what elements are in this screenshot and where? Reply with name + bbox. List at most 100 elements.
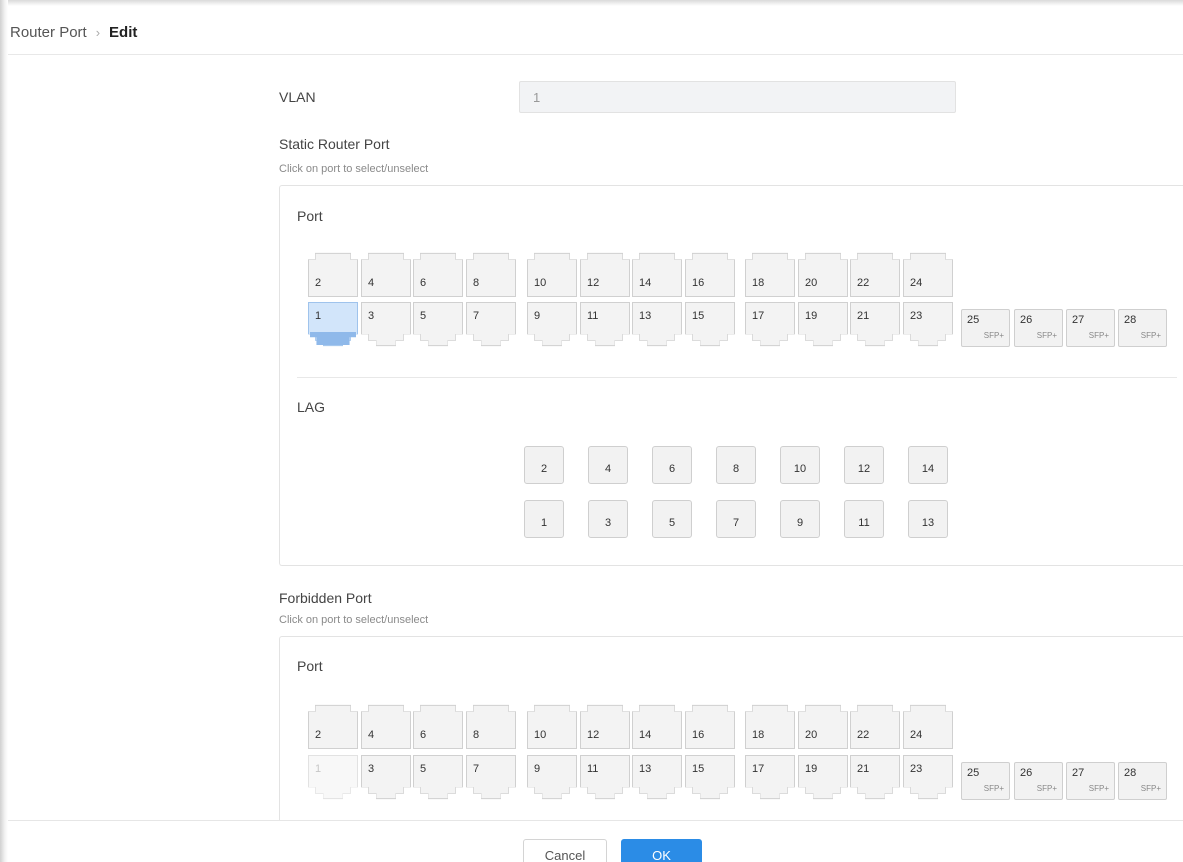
lag-number: 3 (604, 517, 612, 529)
port-number: 11 (587, 310, 599, 322)
port-body (851, 253, 899, 296)
forbidden-port-9[interactable]: 9 (527, 755, 577, 800)
ok-button[interactable]: OK (621, 839, 702, 862)
forbidden-port-10[interactable]: 10 (527, 704, 577, 749)
static-port-2[interactable]: 2 (308, 252, 358, 297)
lag-1[interactable]: 1 (524, 500, 564, 538)
forbidden-port-label: Port (297, 658, 323, 674)
forbidden-port-11[interactable]: 11 (580, 755, 630, 800)
static-port-19[interactable]: 19 (798, 302, 848, 347)
forbidden-sfp-port-28[interactable]: 28 SFP+ (1118, 762, 1167, 800)
static-sfp-port-28[interactable]: 28 SFP+ (1118, 309, 1167, 347)
lag-12[interactable]: 12 (844, 446, 884, 484)
lag-10[interactable]: 10 (780, 446, 820, 484)
forbidden-sfp-port-25[interactable]: 25 SFP+ (961, 762, 1010, 800)
static-sfp-port-27[interactable]: 27 SFP+ (1066, 309, 1115, 347)
lag-11[interactable]: 11 (844, 500, 884, 538)
static-sfp-port-25[interactable]: 25 SFP+ (961, 309, 1010, 347)
port-body (362, 253, 410, 296)
port-number: 4 (368, 729, 375, 741)
forbidden-port-5[interactable]: 5 (413, 755, 463, 800)
lag-4[interactable]: 4 (588, 446, 628, 484)
forbidden-port-24[interactable]: 24 (903, 704, 953, 749)
static-port-10[interactable]: 10 (527, 252, 577, 297)
forbidden-port-13[interactable]: 13 (632, 755, 682, 800)
port-number: 6 (420, 277, 427, 289)
lag-number: 4 (604, 463, 612, 475)
static-port-12[interactable]: 12 (580, 252, 630, 297)
static-port-9[interactable]: 9 (527, 302, 577, 347)
forbidden-port-3[interactable]: 3 (361, 755, 411, 800)
lag-3[interactable]: 3 (588, 500, 628, 538)
static-port-1[interactable]: 1 (308, 302, 358, 347)
lag-9[interactable]: 9 (780, 500, 820, 538)
lag-5[interactable]: 5 (652, 500, 692, 538)
forbidden-port-22[interactable]: 22 (850, 704, 900, 749)
lag-2[interactable]: 2 (524, 446, 564, 484)
forbidden-sfp-port-26[interactable]: 26 SFP+ (1014, 762, 1063, 800)
forbidden-sfp-port-27[interactable]: 27 SFP+ (1066, 762, 1115, 800)
port-body (746, 705, 794, 748)
forbidden-port-20[interactable]: 20 (798, 704, 848, 749)
static-port-22[interactable]: 22 (850, 252, 900, 297)
forbidden-port-19[interactable]: 19 (798, 755, 848, 800)
port-number: 15 (692, 763, 705, 775)
static-port-20[interactable]: 20 (798, 252, 848, 297)
forbidden-port-23[interactable]: 23 (903, 755, 953, 800)
forbidden-port-12[interactable]: 12 (580, 704, 630, 749)
port-number: 9 (534, 763, 541, 775)
forbidden-port-15[interactable]: 15 (685, 755, 735, 800)
static-port-16[interactable]: 16 (685, 252, 735, 297)
port-number: 7 (473, 310, 480, 322)
forbidden-port-2[interactable]: 2 (308, 704, 358, 749)
static-port-21[interactable]: 21 (850, 302, 900, 347)
forbidden-port-17[interactable]: 17 (745, 755, 795, 800)
forbidden-port-panel: Port 2 4 6 8 10 12 14 16 18 20 22 24 1 3 5 7 9 11 13 15 17 19… (279, 636, 1183, 826)
port-number: 11 (587, 763, 599, 775)
forbidden-port-14[interactable]: 14 (632, 704, 682, 749)
lag-6[interactable]: 6 (652, 446, 692, 484)
port-number: 24 (910, 729, 923, 741)
forbidden-port-6[interactable]: 6 (413, 704, 463, 749)
forbidden-port-7[interactable]: 7 (466, 755, 516, 800)
port-number: 14 (639, 277, 652, 289)
static-port-4[interactable]: 4 (361, 252, 411, 297)
static-port-17[interactable]: 17 (745, 302, 795, 347)
static-port-14[interactable]: 14 (632, 252, 682, 297)
vlan-input[interactable] (519, 81, 956, 113)
forbidden-port-1[interactable]: 1 (308, 755, 358, 800)
lag-8[interactable]: 8 (716, 446, 756, 484)
port-number: 4 (368, 277, 375, 289)
static-port-24[interactable]: 24 (903, 252, 953, 297)
forbidden-port-8[interactable]: 8 (466, 704, 516, 749)
static-port-8[interactable]: 8 (466, 252, 516, 297)
port-number: 23 (910, 310, 923, 322)
static-port-23[interactable]: 23 (903, 302, 953, 347)
forbidden-port-16[interactable]: 16 (685, 704, 735, 749)
lag-14[interactable]: 14 (908, 446, 948, 484)
lag-7[interactable]: 7 (716, 500, 756, 538)
breadcrumb-router-port[interactable]: Router Port (10, 24, 87, 41)
sfp-port-type: SFP+ (1088, 331, 1109, 340)
forbidden-port-18[interactable]: 18 (745, 704, 795, 749)
static-port-15[interactable]: 15 (685, 302, 735, 347)
sfp-port-number: 27 (1072, 767, 1085, 779)
static-port-11[interactable]: 11 (580, 302, 630, 347)
port-body (467, 705, 515, 748)
lag-number: 7 (732, 517, 740, 529)
static-port-13[interactable]: 13 (632, 302, 682, 347)
static-port-6[interactable]: 6 (413, 252, 463, 297)
static-port-7[interactable]: 7 (466, 302, 516, 347)
static-sfp-port-26[interactable]: 26 SFP+ (1014, 309, 1063, 347)
port-number: 15 (692, 310, 705, 322)
forbidden-port-21[interactable]: 21 (850, 755, 900, 800)
sfp-port-number: 25 (967, 314, 980, 326)
port-number: 12 (587, 277, 600, 289)
static-port-5[interactable]: 5 (413, 302, 463, 347)
static-port-3[interactable]: 3 (361, 302, 411, 347)
cancel-button[interactable]: Cancel (523, 839, 607, 862)
forbidden-port-4[interactable]: 4 (361, 704, 411, 749)
static-port-18[interactable]: 18 (745, 252, 795, 297)
lag-13[interactable]: 13 (908, 500, 948, 538)
port-body (904, 705, 952, 748)
